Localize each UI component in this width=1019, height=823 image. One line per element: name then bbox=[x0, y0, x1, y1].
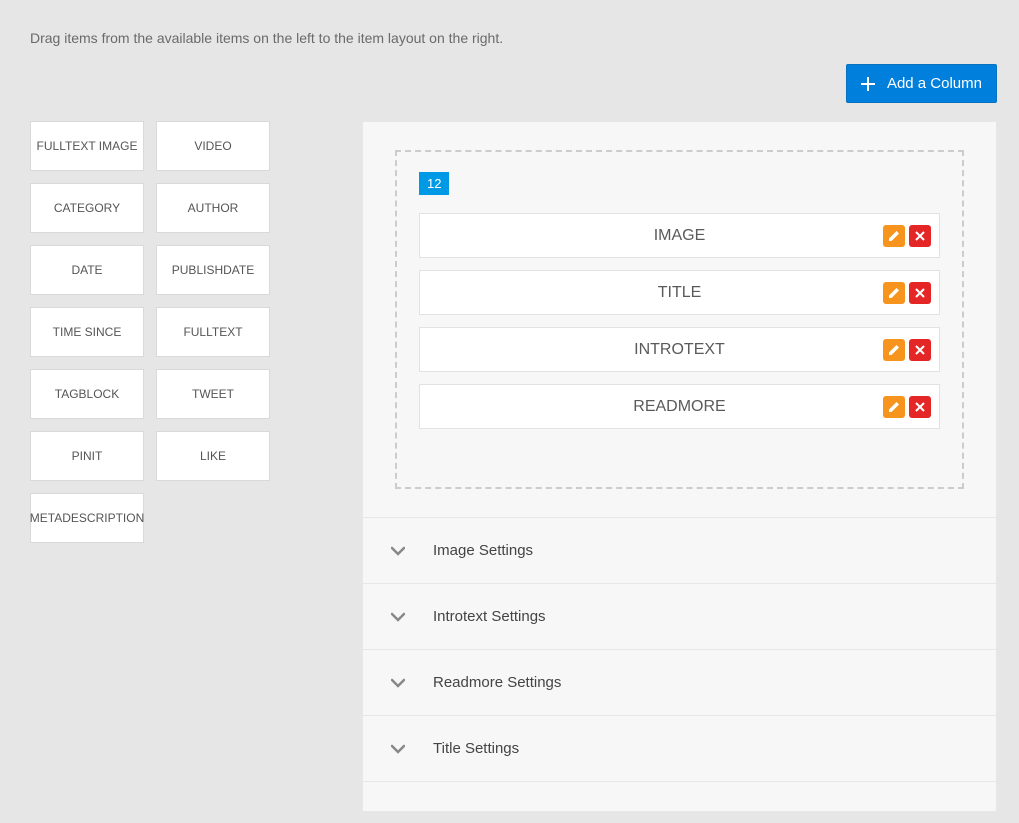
panel-spacer bbox=[363, 781, 996, 811]
available-item-publishdate[interactable]: PUBLISHDATE bbox=[156, 245, 270, 295]
settings-panel-readmore[interactable]: Readmore Settings bbox=[363, 649, 996, 715]
layout-item-label: TITLE bbox=[658, 284, 702, 302]
edit-item-button[interactable] bbox=[883, 339, 905, 361]
close-icon bbox=[915, 402, 925, 412]
available-item-category[interactable]: CATEGORY bbox=[30, 183, 144, 233]
available-items-panel: FULLTEXT IMAGE VIDEO CATEGORY AUTHOR DAT… bbox=[30, 121, 302, 543]
layout-item-readmore[interactable]: READMORE bbox=[419, 384, 940, 429]
available-item-tagblock[interactable]: TAGBLOCK bbox=[30, 369, 144, 419]
add-column-label: Add a Column bbox=[887, 75, 982, 92]
available-item-video[interactable]: VIDEO bbox=[156, 121, 270, 171]
pencil-icon bbox=[888, 287, 900, 299]
layout-panel: 12 IMAGE bbox=[362, 121, 997, 812]
layout-column-dropzone[interactable]: 12 IMAGE bbox=[395, 150, 964, 489]
layout-item-image[interactable]: IMAGE bbox=[419, 213, 940, 258]
available-item-time-since[interactable]: TIME SINCE bbox=[30, 307, 144, 357]
pencil-icon bbox=[888, 344, 900, 356]
add-column-button[interactable]: Add a Column bbox=[846, 64, 997, 103]
available-item-date[interactable]: DATE bbox=[30, 245, 144, 295]
close-icon bbox=[915, 288, 925, 298]
settings-panel-title[interactable]: Title Settings bbox=[363, 715, 996, 781]
pencil-icon bbox=[888, 401, 900, 413]
available-item-like[interactable]: LIKE bbox=[156, 431, 270, 481]
available-item-fulltext[interactable]: FULLTEXT bbox=[156, 307, 270, 357]
close-icon bbox=[915, 345, 925, 355]
delete-item-button[interactable] bbox=[909, 396, 931, 418]
layout-item-introtext[interactable]: INTROTEXT bbox=[419, 327, 940, 372]
delete-item-button[interactable] bbox=[909, 339, 931, 361]
layout-item-label: INTROTEXT bbox=[634, 341, 725, 359]
close-icon bbox=[915, 231, 925, 241]
chevron-down-icon bbox=[391, 678, 405, 688]
delete-item-button[interactable] bbox=[909, 282, 931, 304]
layout-item-label: READMORE bbox=[633, 398, 725, 416]
available-item-pinit[interactable]: PINIT bbox=[30, 431, 144, 481]
edit-item-button[interactable] bbox=[883, 282, 905, 304]
settings-panel-introtext[interactable]: Introtext Settings bbox=[363, 583, 996, 649]
settings-panel-label: Introtext Settings bbox=[433, 608, 546, 625]
settings-panel-label: Image Settings bbox=[433, 542, 533, 559]
layout-item-label: IMAGE bbox=[654, 227, 706, 245]
available-item-fulltext-image[interactable]: FULLTEXT IMAGE bbox=[30, 121, 144, 171]
delete-item-button[interactable] bbox=[909, 225, 931, 247]
settings-panel-label: Readmore Settings bbox=[433, 674, 561, 691]
settings-panel-label: Title Settings bbox=[433, 740, 519, 757]
chevron-down-icon bbox=[391, 546, 405, 556]
settings-panel-image[interactable]: Image Settings bbox=[363, 517, 996, 583]
chevron-down-icon bbox=[391, 744, 405, 754]
instructions-text: Drag items from the available items on t… bbox=[30, 30, 997, 46]
chevron-down-icon bbox=[391, 612, 405, 622]
column-width-badge[interactable]: 12 bbox=[419, 172, 449, 195]
pencil-icon bbox=[888, 230, 900, 242]
available-item-author[interactable]: AUTHOR bbox=[156, 183, 270, 233]
layout-item-title[interactable]: TITLE bbox=[419, 270, 940, 315]
edit-item-button[interactable] bbox=[883, 225, 905, 247]
available-item-metadescription[interactable]: METADESCRIPTION bbox=[30, 493, 144, 543]
edit-item-button[interactable] bbox=[883, 396, 905, 418]
plus-icon bbox=[861, 77, 875, 91]
available-item-tweet[interactable]: TWEET bbox=[156, 369, 270, 419]
